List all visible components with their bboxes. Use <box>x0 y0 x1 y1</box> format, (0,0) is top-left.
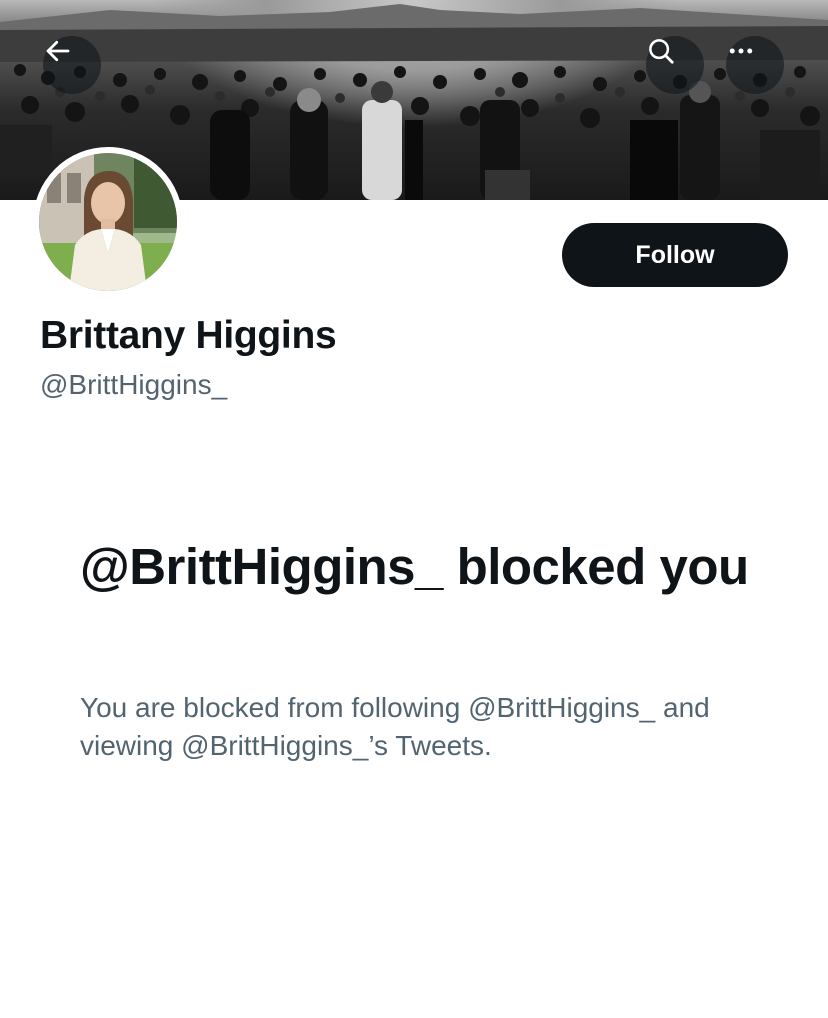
blocked-notice-description: You are blocked from following @BrittHig… <box>80 692 710 761</box>
blocked-notice-title: @BrittHiggins_ blocked you <box>80 538 749 595</box>
search-button[interactable] <box>646 36 704 94</box>
more-options-button[interactable] <box>726 36 784 94</box>
avatar-photo <box>39 153 177 291</box>
back-button[interactable] <box>43 36 101 94</box>
profile-display-name: Brittany Higgins <box>40 314 337 357</box>
search-icon <box>649 39 674 64</box>
follow-button[interactable]: Follow <box>562 223 788 287</box>
arrow-left-icon <box>46 40 70 62</box>
profile-handle: @BrittHiggins_ <box>40 369 228 400</box>
more-options-icon <box>729 48 753 54</box>
profile-avatar[interactable] <box>33 147 183 297</box>
